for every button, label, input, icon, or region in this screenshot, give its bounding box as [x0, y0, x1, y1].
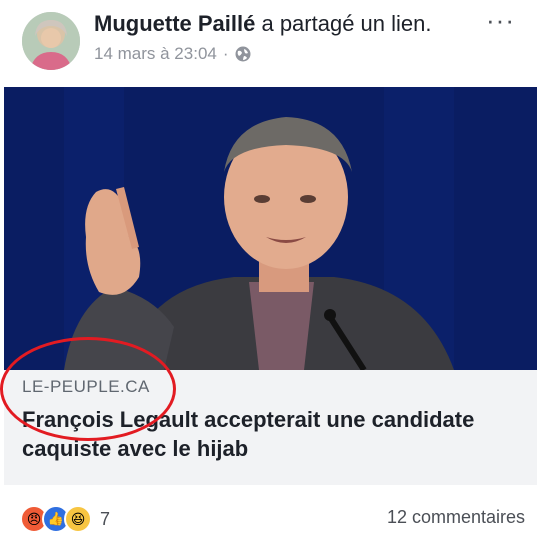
haha-reaction-icon: 😆 [64, 505, 92, 533]
facebook-post: Muguette Paillé a partagé un lien. 14 ma… [0, 0, 537, 548]
author-avatar[interactable] [22, 12, 80, 70]
link-preview-card[interactable]: LE-PEUPLE.CA François Legault accepterai… [4, 87, 537, 485]
meta-separator: · [222, 44, 229, 63]
post-meta: 14 mars à 23:04 · [94, 44, 251, 64]
man-gesturing-illustration [4, 87, 537, 370]
more-options-icon[interactable]: ··· [486, 7, 515, 33]
post-header-line: Muguette Paillé a partagé un lien. [94, 11, 432, 37]
reaction-count[interactable]: 7 [100, 509, 110, 530]
link-title[interactable]: François Legault accepterait une candida… [22, 405, 522, 463]
link-preview-image[interactable] [4, 87, 537, 370]
author-name-link[interactable]: Muguette Paillé [94, 11, 255, 36]
post-timestamp[interactable]: 14 mars à 23:04 [94, 44, 217, 64]
globe-icon[interactable] [235, 46, 251, 62]
avatar-portrait [22, 12, 80, 70]
comments-count-link[interactable]: 12 commentaires [387, 507, 525, 528]
post-action-text: a partagé un lien. [255, 11, 432, 36]
link-domain[interactable]: LE-PEUPLE.CA [22, 377, 150, 397]
reaction-summary[interactable]: 😠 👍 😆 7 [20, 505, 110, 533]
